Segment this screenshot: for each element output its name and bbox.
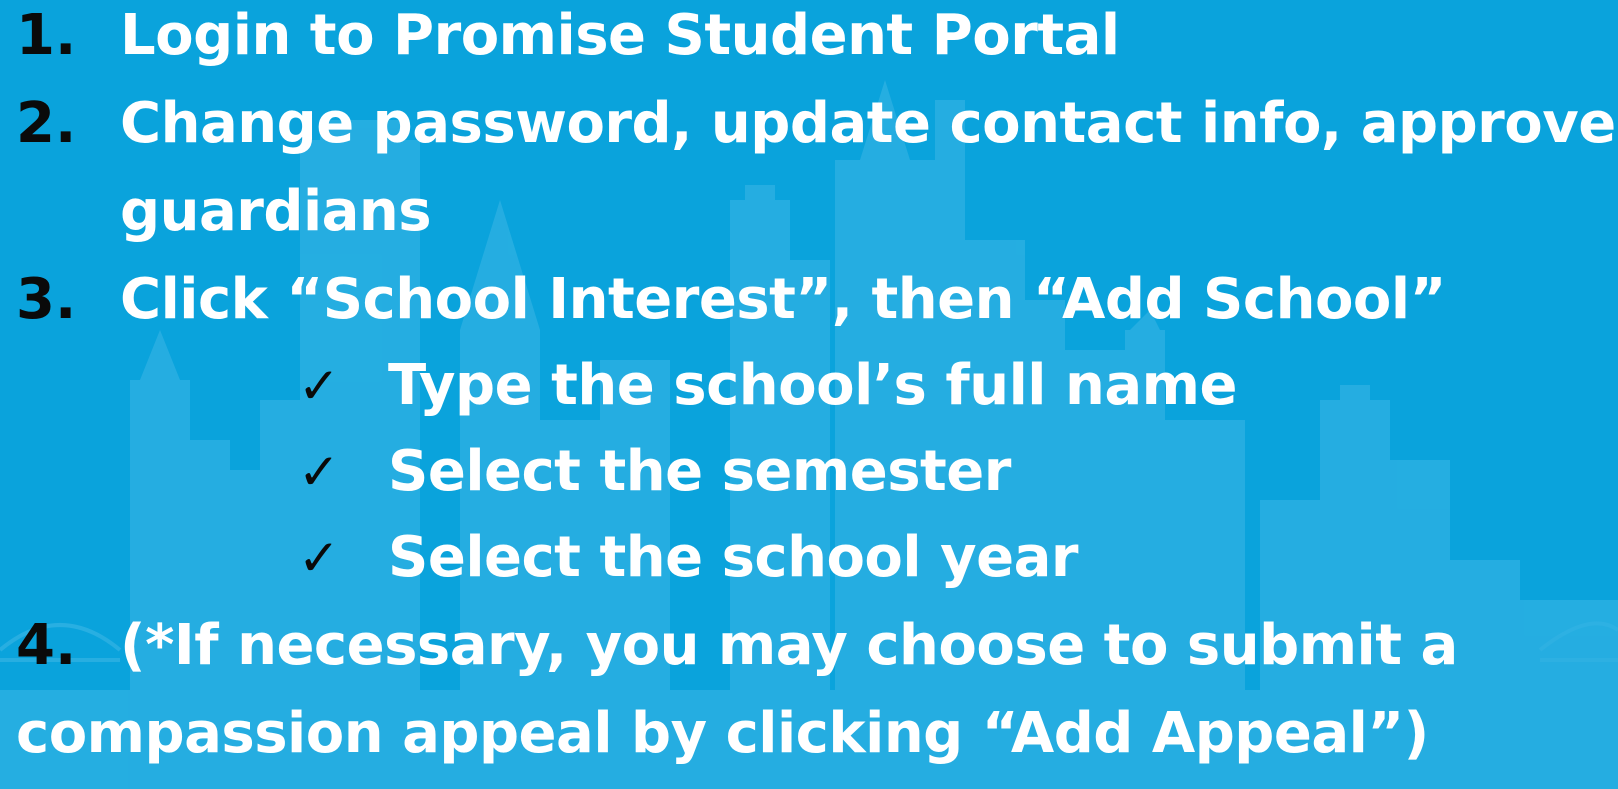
checkmark-icon: ✓ <box>298 529 340 587</box>
step-text-continuation: compassion appeal by clicking “Add Appea… <box>16 701 1429 766</box>
substep-text: Select the semester <box>388 439 1011 504</box>
slide: 1. Login to Promise Student Portal 2. Ch… <box>0 0 1618 789</box>
instruction-list: 1. Login to Promise Student Portal 2. Ch… <box>0 0 1618 789</box>
step-number: 1. <box>16 3 77 68</box>
step-text: Login to Promise Student Portal <box>120 3 1120 68</box>
step-text: Click “School Interest”, then “Add Schoo… <box>120 267 1446 332</box>
step-text: Change password, update contact info, ap… <box>120 91 1616 156</box>
step-number: 4. <box>16 613 77 678</box>
substep-text: Select the school year <box>388 525 1078 590</box>
checkmark-icon: ✓ <box>298 357 340 415</box>
step-text-continuation: guardians <box>120 179 432 244</box>
checkmark-icon: ✓ <box>298 443 340 501</box>
step-text: (*If necessary, you may choose to submit… <box>120 613 1458 678</box>
step-number: 2. <box>16 91 77 156</box>
substep-text: Type the school’s full name <box>388 353 1237 418</box>
step-number: 3. <box>16 267 77 332</box>
